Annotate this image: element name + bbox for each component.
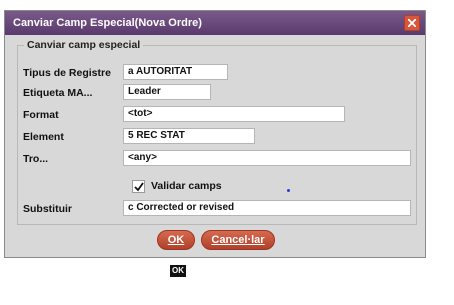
replace-field[interactable]: c Corrected or revised (123, 200, 411, 216)
ok-tooltip: OK (170, 265, 186, 277)
checkmark-icon (134, 182, 144, 192)
validate-fields-label: Validar camps (151, 180, 222, 192)
ok-button[interactable]: OK (157, 230, 195, 250)
format-field[interactable]: <tot> (123, 106, 345, 122)
close-x-icon (408, 19, 416, 27)
record-type-label: Tipus de Registre (23, 67, 111, 79)
element-label: Element (23, 131, 64, 143)
dialog-title: Canviar Camp Especial(Nova Ordre) (13, 17, 202, 29)
close-button[interactable] (404, 15, 420, 31)
marc-tag-field[interactable]: Leader (123, 84, 211, 100)
element-field[interactable]: 5 REC STAT (123, 128, 255, 144)
change-special-field-dialog: Canviar Camp Especial(Nova Ordre) Canvia… (4, 10, 426, 258)
marc-tag-label: Etiqueta MA... (23, 87, 93, 99)
cancel-button[interactable]: Cancel·lar (201, 230, 275, 250)
find-field[interactable]: <any> (123, 150, 411, 166)
find-label: Tro... (23, 153, 49, 165)
focus-dot (287, 189, 290, 192)
group-title: Canviar camp especial (27, 39, 141, 51)
format-label: Format (23, 109, 59, 121)
record-type-field[interactable]: a AUTORITAT (123, 64, 228, 80)
validate-fields-checkbox[interactable] (132, 180, 145, 193)
replace-label: Substituir (23, 203, 72, 215)
dialog-title-bar: Canviar Camp Especial(Nova Ordre) (5, 11, 425, 35)
